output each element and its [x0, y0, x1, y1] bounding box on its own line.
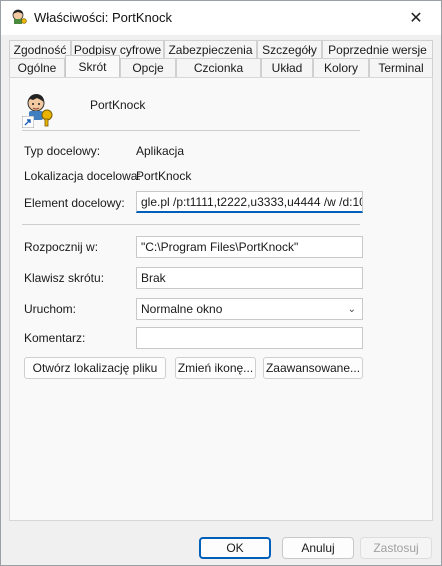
tab-font[interactable]: Czcionka [176, 58, 261, 77]
tab-security[interactable]: Zabezpieczenia [164, 40, 257, 59]
start-in-label: Rozpocznij w: [24, 240, 99, 254]
start-in-field[interactable]: "C:\Program Files\PortKnock" [136, 236, 363, 258]
tab-general[interactable]: Ogólne [9, 58, 65, 77]
target-location-value: PortKnock [136, 169, 192, 183]
run-label: Uruchom: [24, 302, 77, 316]
target-field[interactable]: gle.pl /p:t1111,t2222,u3333,u4444 /w /d:… [136, 191, 363, 213]
close-button[interactable]: ✕ [397, 3, 435, 33]
shortcut-name: PortKnock [90, 98, 146, 112]
hotkey-field[interactable]: Brak [136, 267, 363, 289]
advanced-button[interactable]: Zaawansowane... [263, 357, 363, 379]
tab-layout[interactable]: Układ [261, 58, 313, 77]
tab-options[interactable]: Opcje [120, 58, 176, 77]
apply-button[interactable]: Zastosuj [360, 537, 432, 559]
target-label: Element docelowy: [24, 196, 125, 210]
shortcut-arrow-icon [22, 116, 34, 128]
target-type-label: Typ docelowy: [24, 144, 101, 158]
title-bar: Właściwości: PortKnock ✕ [1, 1, 441, 35]
properties-dialog: Właściwości: PortKnock ✕ Zgodność Podpis… [0, 0, 442, 566]
tab-compatibility[interactable]: Zgodność [9, 40, 71, 59]
shortcut-panel: PortKnock Typ docelowy: Aplikacja Lokali… [9, 77, 433, 521]
separator-middle [22, 224, 360, 225]
target-type-value: Aplikacja [136, 144, 185, 158]
change-icon-button[interactable]: Zmień ikonę... [175, 357, 256, 379]
portknock-title-icon [12, 9, 27, 24]
tab-shortcut[interactable]: Skrót [65, 55, 120, 77]
comment-label: Komentarz: [24, 331, 86, 345]
chevron-down-icon: ⌄ [347, 303, 356, 315]
tab-details[interactable]: Szczegóły [257, 40, 322, 59]
comment-field[interactable] [136, 327, 363, 349]
window-title: Właściwości: PortKnock [34, 10, 172, 25]
target-location-label: Lokalizacja docelowa: [24, 169, 141, 183]
run-select[interactable]: Normalne okno ⌄ [136, 298, 363, 320]
tab-previous-versions[interactable]: Poprzednie wersje [322, 40, 433, 59]
close-icon: ✕ [409, 10, 423, 27]
ok-button[interactable]: OK [199, 537, 271, 559]
tab-row-bottom: Ogólne Skrót Opcje Czcionka Układ Kolory… [9, 55, 433, 77]
hotkey-label: Klawisz skrótu: [24, 271, 105, 285]
cancel-button[interactable]: Anuluj [282, 537, 354, 559]
tab-terminal[interactable]: Terminal [369, 58, 433, 77]
tab-colors[interactable]: Kolory [313, 58, 369, 77]
open-file-location-button[interactable]: Otwórz lokalizację pliku [24, 357, 166, 379]
separator-top [22, 130, 360, 131]
